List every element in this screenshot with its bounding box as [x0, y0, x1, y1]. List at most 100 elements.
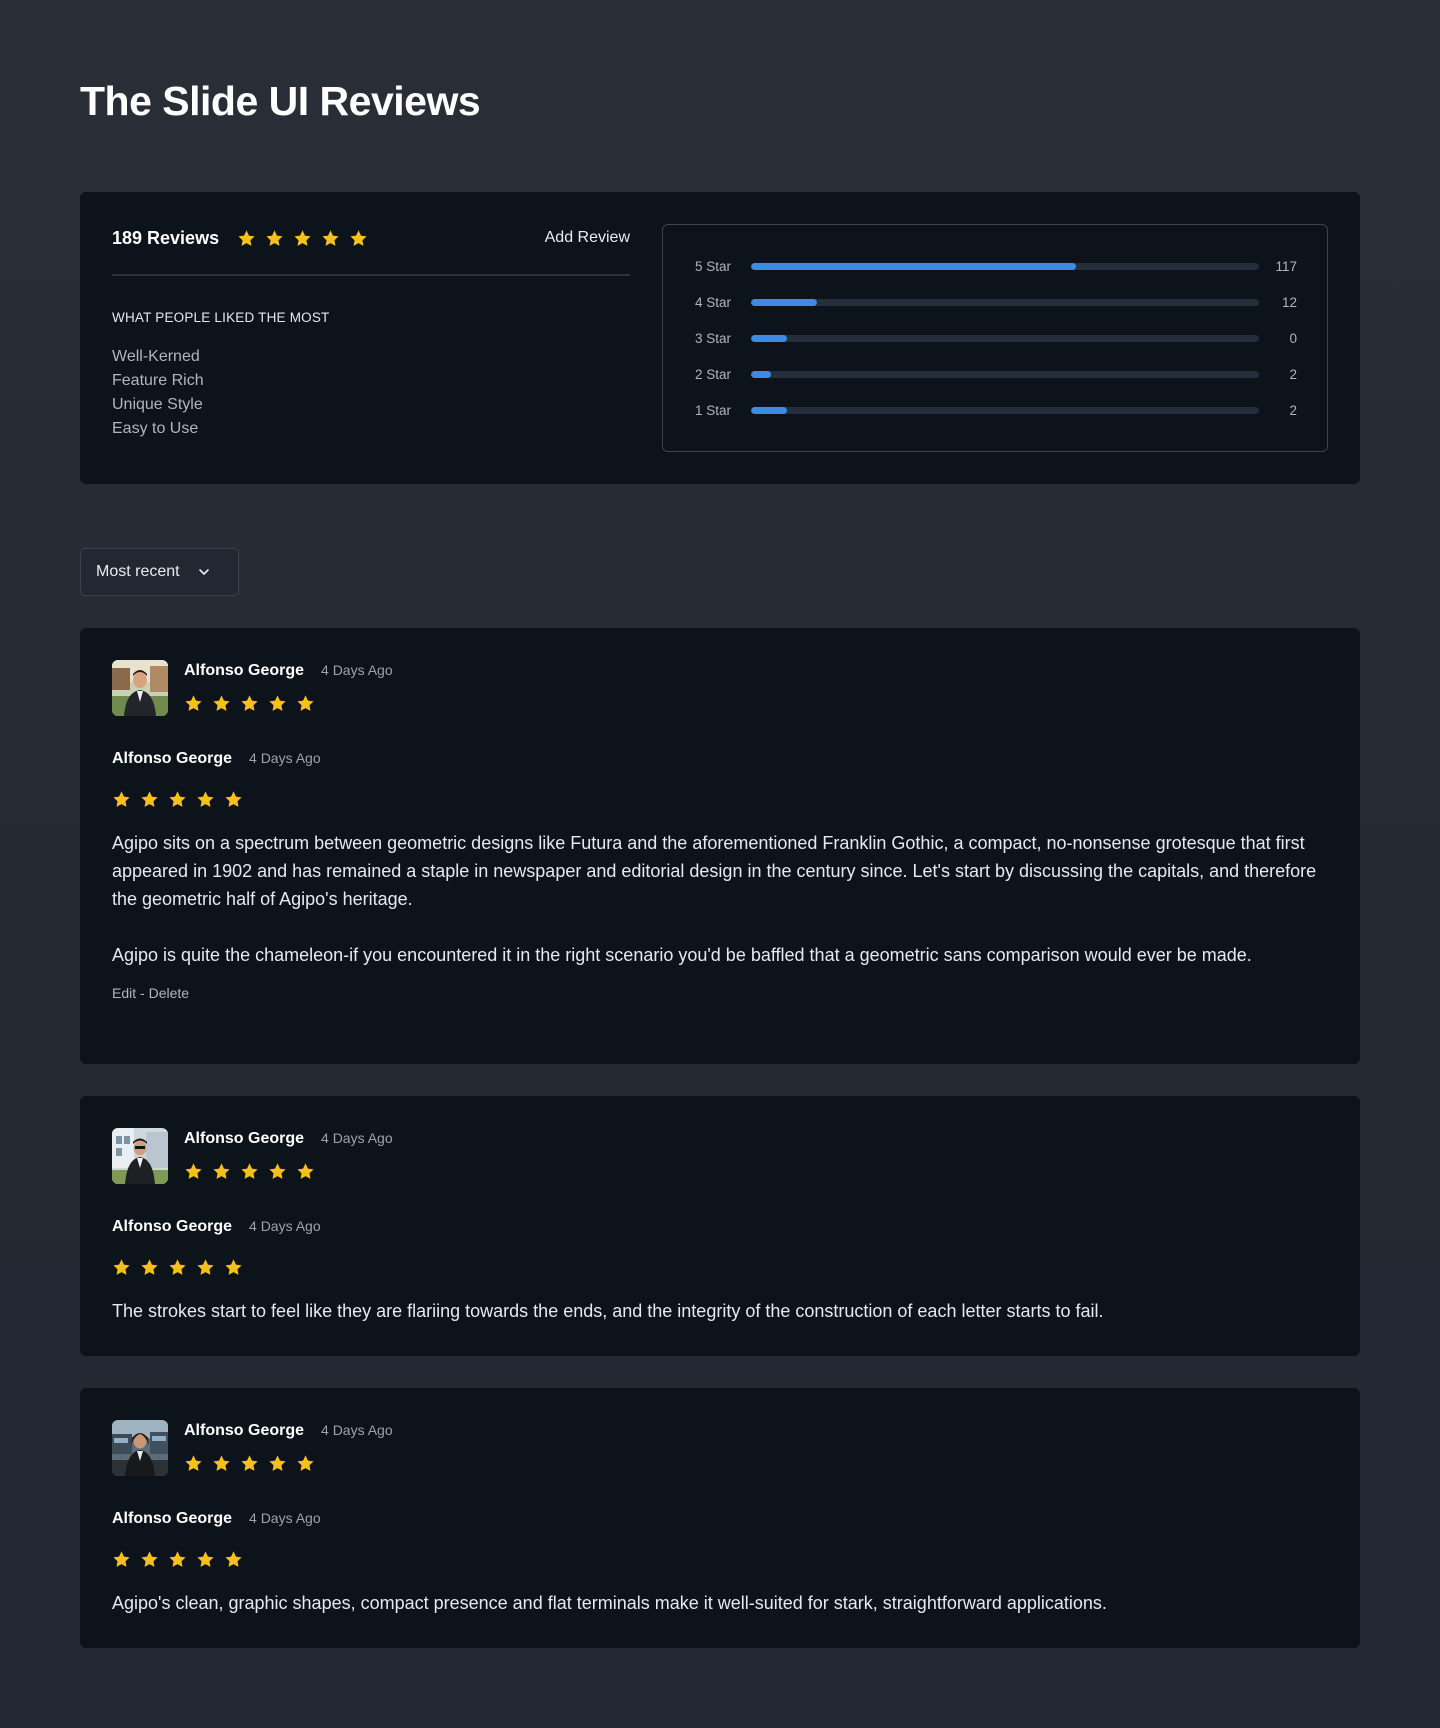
review-rating-stars [112, 790, 1328, 809]
star-icon [184, 1162, 203, 1181]
star-icon [212, 1162, 231, 1181]
distribution-row-1: 1 Star 2 [695, 400, 1297, 420]
distribution-label: 3 Star [695, 330, 732, 346]
liked-item: Easy to Use [112, 420, 199, 437]
chevron-down-icon [197, 565, 211, 579]
distribution-fill [751, 406, 787, 414]
star-icon [237, 229, 256, 248]
star-icon [196, 1550, 215, 1569]
review-date: 4 Days Ago [249, 1218, 321, 1234]
star-icon [240, 694, 259, 713]
star-icon [112, 1258, 131, 1277]
review-author: Alfonso George [184, 1130, 305, 1147]
review-text: Agipo's clean, graphic shapes, compact p… [112, 1593, 1107, 1613]
star-icon [224, 1258, 243, 1277]
distribution-fill [751, 370, 772, 378]
review-rating-stars [184, 1454, 393, 1473]
star-icon [112, 790, 131, 809]
sort-dropdown[interactable]: Most recent [80, 548, 239, 596]
distribution-fill [751, 262, 1077, 270]
review-rating-stars [112, 1258, 1328, 1277]
avatar [112, 660, 168, 716]
distribution-row-5: 5 Star 117 [695, 256, 1297, 276]
distribution-track [751, 370, 1259, 378]
action-separator: - [136, 985, 149, 1001]
star-icon [168, 1258, 187, 1277]
distribution-track [751, 298, 1259, 306]
star-icon [184, 694, 203, 713]
star-icon [140, 1258, 159, 1277]
star-icon [212, 1454, 231, 1473]
star-icon [112, 1550, 131, 1569]
review-date: 4 Days Ago [321, 1130, 393, 1146]
distribution-label: 2 Star [695, 366, 732, 382]
star-icon [321, 229, 340, 248]
review-count: 189 Reviews [112, 227, 220, 248]
review-author: Alfonso George [112, 1510, 233, 1527]
star-icon [140, 1550, 159, 1569]
delete-link[interactable]: Delete [149, 985, 189, 1001]
liked-item: Well-Kerned [112, 348, 200, 365]
star-icon [296, 1454, 315, 1473]
distribution-count: 117 [1275, 258, 1297, 274]
star-icon [240, 1454, 259, 1473]
review-date: 4 Days Ago [249, 1510, 321, 1526]
distribution-label: 4 Star [695, 294, 732, 310]
review-date: 4 Days Ago [321, 1422, 393, 1438]
review-card: Alfonso George 4 Days Ago Alfonso George… [80, 1096, 1360, 1356]
liked-item: Feature Rich [112, 372, 204, 389]
star-icon [296, 694, 315, 713]
star-icon [224, 1550, 243, 1569]
distribution-row-3: 3 Star 0 [695, 328, 1297, 348]
distribution-count: 12 [1281, 294, 1297, 310]
liked-item: Unique Style [112, 396, 203, 413]
review-text: Agipo sits on a spectrum between geometr… [112, 833, 1317, 909]
star-icon [184, 1454, 203, 1473]
star-icon [168, 1550, 187, 1569]
summary-rating-stars [237, 229, 377, 248]
review-date: 4 Days Ago [249, 750, 321, 766]
review-text: Agipo is quite the chameleon-if you enco… [112, 945, 1252, 965]
star-icon [293, 229, 312, 248]
liked-heading: WHAT PEOPLE LIKED THE MOST [112, 310, 330, 325]
liked-list: Well-Kerned Feature Rich Unique Style Ea… [112, 345, 630, 441]
sort-label: Most recent [96, 563, 180, 580]
distribution-count: 2 [1289, 366, 1297, 382]
star-icon [349, 229, 368, 248]
distribution-count: 2 [1289, 402, 1297, 418]
review-actions: Edit - Delete [112, 985, 1328, 1001]
distribution-fill [751, 334, 787, 342]
review-card: Alfonso George 4 Days Ago Alfonso George… [80, 628, 1360, 1064]
rating-distribution: 5 Star 117 4 Star 12 3 Star 0 2 Star 2 1… [662, 224, 1328, 452]
star-icon [196, 790, 215, 809]
review-date: 4 Days Ago [321, 662, 393, 678]
avatar [112, 1420, 168, 1476]
star-icon [196, 1258, 215, 1277]
star-icon [296, 1162, 315, 1181]
review-rating-stars [112, 1550, 1328, 1569]
review-rating-stars [184, 694, 393, 713]
distribution-track [751, 406, 1259, 414]
star-icon [140, 790, 159, 809]
reviews-summary-card: 189 Reviews Add Review WHAT PEOPLE LIKED… [80, 192, 1360, 484]
distribution-fill [751, 298, 818, 306]
distribution-label: 5 Star [695, 258, 732, 274]
distribution-label: 1 Star [695, 402, 732, 418]
star-icon [224, 790, 243, 809]
review-author: Alfonso George [184, 1422, 305, 1439]
add-review-button[interactable]: Add Review [545, 229, 630, 247]
review-rating-stars [184, 1162, 393, 1181]
review-author: Alfonso George [112, 750, 233, 767]
page-title: The Slide UI Reviews [80, 78, 481, 124]
distribution-track [751, 334, 1259, 342]
edit-link[interactable]: Edit [112, 985, 136, 1001]
star-icon [268, 1454, 287, 1473]
distribution-row-2: 2 Star 2 [695, 364, 1297, 384]
distribution-row-4: 4 Star 12 [695, 292, 1297, 312]
review-card: Alfonso George 4 Days Ago Alfonso George… [80, 1388, 1360, 1648]
distribution-count: 0 [1289, 330, 1297, 346]
star-icon [268, 1162, 287, 1181]
star-icon [212, 694, 231, 713]
star-icon [268, 694, 287, 713]
review-author: Alfonso George [184, 662, 305, 679]
